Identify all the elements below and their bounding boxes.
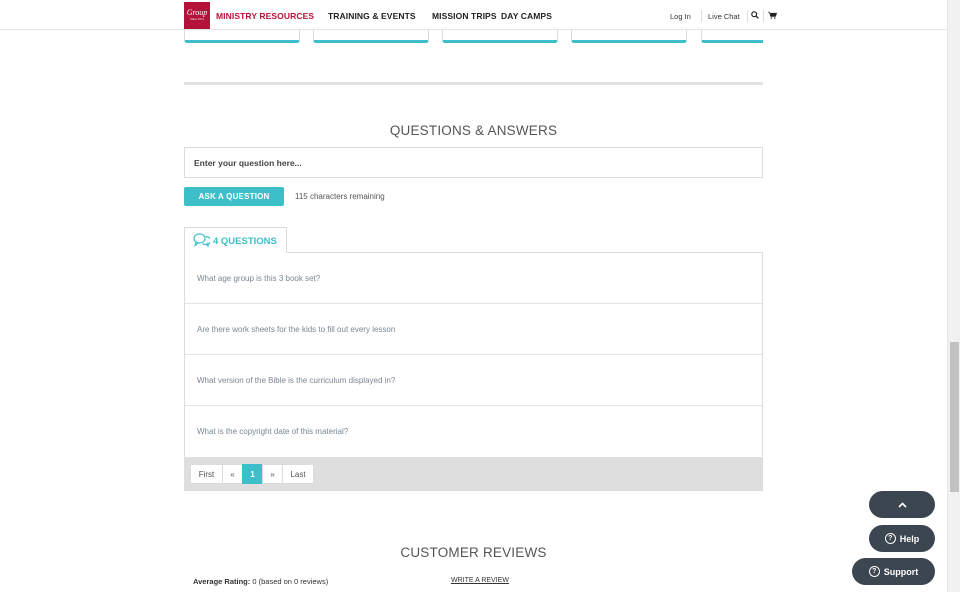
nav-divider <box>747 10 748 22</box>
product-card[interactable] <box>571 30 687 43</box>
nav-day-camps[interactable]: DAY CAMPS <box>501 11 552 21</box>
tab-questions-label: 4 QUESTIONS <box>213 236 277 247</box>
page-last-button[interactable]: Last <box>282 464 314 484</box>
product-card[interactable] <box>442 30 558 43</box>
question-text: What is the copyright date of this mater… <box>197 427 349 436</box>
write-review-link[interactable]: WRITE A REVIEW <box>451 577 509 584</box>
nav-ministry-resources[interactable]: MINISTRY RESOURCES <box>216 11 314 21</box>
page-1-button[interactable]: 1 <box>242 464 263 484</box>
questions-list: What age group is this 3 book set? Are t… <box>184 252 763 458</box>
question-row[interactable]: Are there work sheets for the kids to fi… <box>185 304 762 355</box>
question-circle-icon: ? <box>884 533 896 544</box>
login-link[interactable]: Log In <box>670 12 691 21</box>
question-circle-icon: ? <box>868 566 880 577</box>
cart-icon[interactable] <box>768 11 778 21</box>
product-card[interactable] <box>313 30 429 43</box>
page-first-button[interactable]: First <box>190 464 223 484</box>
nav-training-events[interactable]: TRAINING & EVENTS <box>328 11 416 21</box>
question-text: What version of the Bible is the curricu… <box>197 376 396 385</box>
help-button[interactable]: ? Help <box>869 525 935 552</box>
page-next-button[interactable]: » <box>262 464 283 484</box>
question-row[interactable]: What age group is this 3 book set? <box>185 253 762 304</box>
support-label: Support <box>883 566 919 577</box>
section-divider <box>184 82 763 85</box>
search-icon[interactable] <box>751 11 759 21</box>
question-input[interactable] <box>184 147 763 178</box>
pagination: First « 1 » Last <box>190 464 314 484</box>
chevron-up-icon <box>897 500 907 510</box>
page-scrollbar[interactable] <box>947 0 960 592</box>
question-text: What age group is this 3 book set? <box>197 274 321 283</box>
logo-subtext: Since 1974 <box>190 17 204 21</box>
nav-divider <box>701 10 702 22</box>
logo-text: Group <box>186 8 208 17</box>
product-card[interactable] <box>184 30 300 43</box>
tab-questions[interactable]: 4 QUESTIONS <box>184 227 287 253</box>
nav-divider <box>763 10 764 22</box>
reviews-title: CUSTOMER REVIEWS <box>400 545 547 560</box>
group-logo[interactable]: Group Since 1974 <box>184 2 210 29</box>
average-rating: Average Rating: 0 (based on 0 reviews) <box>193 577 328 586</box>
top-navigation: Group Since 1974 MINISTRY RESOURCES TRAIN… <box>0 0 947 30</box>
question-row[interactable]: What version of the Bible is the curricu… <box>185 355 762 406</box>
chat-bubbles-icon <box>193 233 212 252</box>
page-prev-button[interactable]: « <box>222 464 243 484</box>
scroll-to-top-button[interactable] <box>869 491 935 518</box>
characters-remaining: 115 characters remaining <box>295 192 385 201</box>
live-chat-link[interactable]: Live Chat <box>708 12 740 21</box>
nav-mission-trips[interactable]: MISSION TRIPS <box>432 11 497 21</box>
scrollbar-thumb[interactable] <box>950 342 959 492</box>
average-rating-label: Average Rating: <box>193 577 251 586</box>
qa-title: QUESTIONS & ANSWERS <box>389 123 558 138</box>
ask-question-button[interactable]: ASK A QUESTION <box>184 187 284 206</box>
support-button[interactable]: ? Support <box>852 558 935 585</box>
average-rating-value: 0 (based on 0 reviews) <box>252 577 329 586</box>
question-text: Are there work sheets for the kids to fi… <box>197 325 396 334</box>
product-card[interactable] <box>701 30 763 43</box>
help-label: Help <box>899 533 920 544</box>
pagination-bar: First « 1 » Last <box>184 457 763 491</box>
question-row[interactable]: What is the copyright date of this mater… <box>185 406 762 457</box>
